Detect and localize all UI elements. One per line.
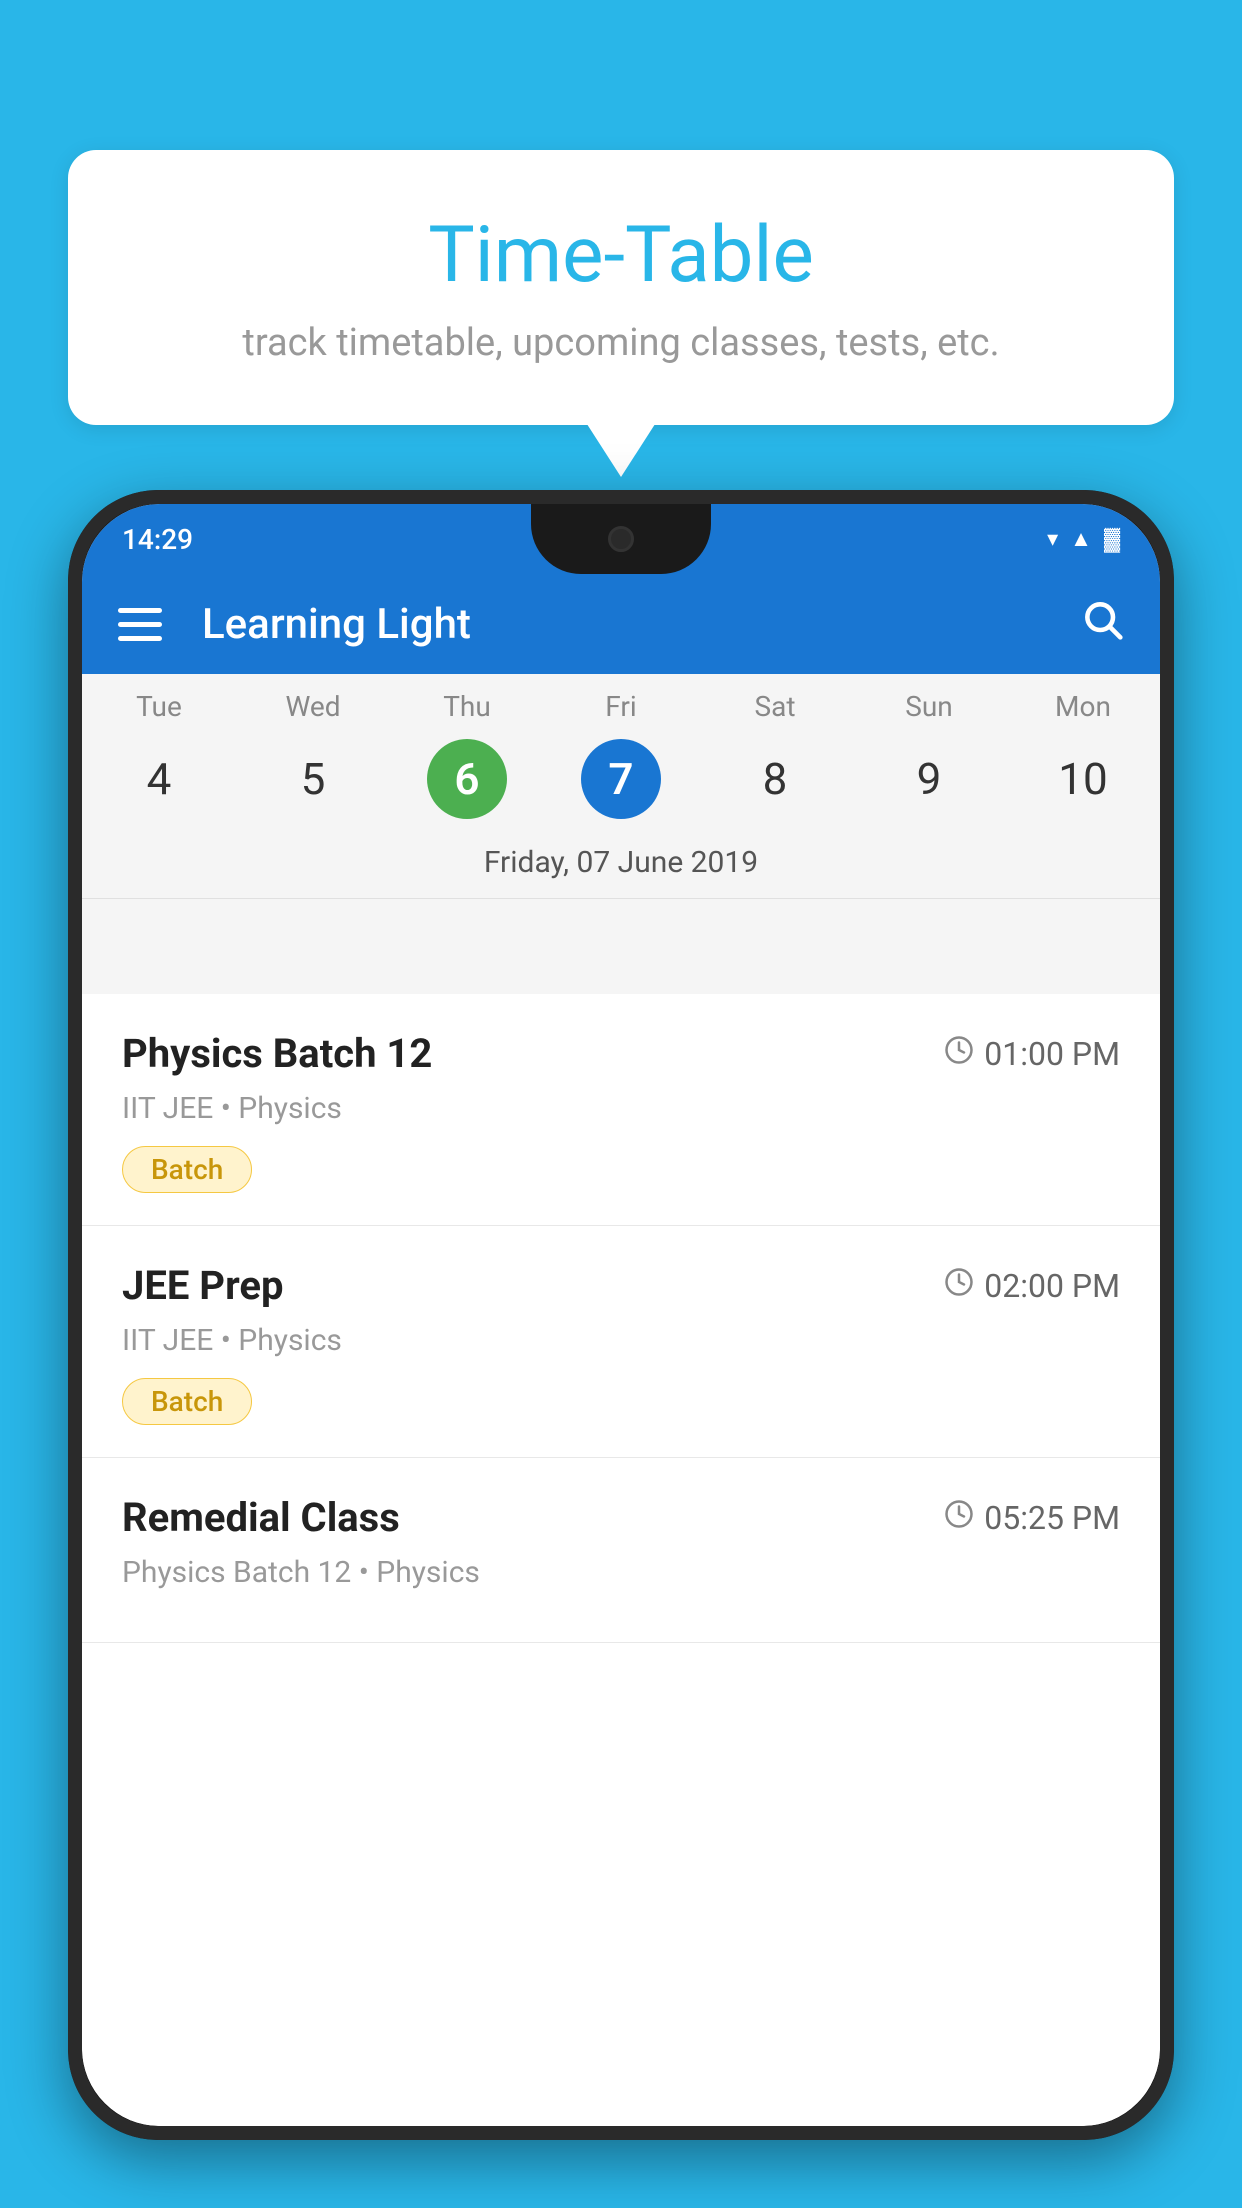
schedule-item-1[interactable]: Physics Batch 12 01:00 PM IIT JEE • P — [82, 994, 1160, 1226]
clock-icon-3 — [944, 1499, 974, 1537]
status-time: 14:29 — [122, 523, 193, 556]
clock-icon-1 — [944, 1035, 974, 1073]
schedule-item-3[interactable]: Remedial Class 05:25 PM Physics Batch — [82, 1458, 1160, 1643]
day-header-sat: Sat — [698, 690, 852, 723]
status-icons: ▾ ▲ ▓ — [1047, 526, 1120, 552]
schedule-item-1-tag: Batch — [122, 1146, 252, 1193]
calendar-strip: Tue Wed Thu Fri Sat Sun Mon 4 5 6 7 8 9 … — [82, 674, 1160, 899]
day-header-wed: Wed — [236, 690, 390, 723]
hamburger-line-1 — [118, 608, 162, 613]
day-header-tue: Tue — [82, 690, 236, 723]
speech-bubble: Time-Table track timetable, upcoming cla… — [68, 150, 1174, 425]
day-4[interactable]: 4 — [82, 739, 236, 819]
schedule-item-3-header: Remedial Class 05:25 PM — [122, 1494, 1120, 1541]
schedule-item-3-subtitle: Physics Batch 12 • Physics — [122, 1555, 1120, 1590]
schedule-item-1-subtitle: IIT JEE • Physics — [122, 1091, 1120, 1126]
signal-icon: ▲ — [1070, 526, 1092, 552]
hamburger-menu-button[interactable] — [118, 608, 162, 641]
schedule-item-2[interactable]: JEE Prep 02:00 PM IIT JEE • Physics — [82, 1226, 1160, 1458]
camera — [608, 526, 634, 552]
speech-bubble-title: Time-Table — [108, 210, 1134, 301]
hamburger-line-3 — [118, 636, 162, 641]
schedule-item-1-time: 01:00 PM — [944, 1035, 1120, 1073]
schedule-item-1-header: Physics Batch 12 01:00 PM — [122, 1030, 1120, 1077]
wifi-icon: ▾ — [1047, 527, 1058, 552]
day-9[interactable]: 9 — [852, 739, 1006, 819]
schedule-item-2-time-text: 02:00 PM — [984, 1267, 1120, 1305]
day-numbers: 4 5 6 7 8 9 10 — [82, 731, 1160, 835]
schedule-container: Physics Batch 12 01:00 PM IIT JEE • P — [82, 994, 1160, 2126]
speech-bubble-subtitle: track timetable, upcoming classes, tests… — [108, 321, 1134, 365]
schedule-item-2-time: 02:00 PM — [944, 1267, 1120, 1305]
schedule-item-3-title: Remedial Class — [122, 1494, 400, 1541]
day-header-mon: Mon — [1006, 690, 1160, 723]
speech-bubble-container: Time-Table track timetable, upcoming cla… — [68, 150, 1174, 425]
schedule-item-3-time-text: 05:25 PM — [984, 1499, 1120, 1537]
app-bar-title: Learning Light — [202, 600, 1080, 649]
schedule-item-1-title: Physics Batch 12 — [122, 1030, 432, 1077]
day-10[interactable]: 10 — [1006, 739, 1160, 819]
app-bar: Learning Light — [82, 574, 1160, 674]
day-8[interactable]: 8 — [698, 739, 852, 819]
schedule-item-3-time: 05:25 PM — [944, 1499, 1120, 1537]
clock-icon-2 — [944, 1267, 974, 1305]
phone-container: 14:29 ▾ ▲ ▓ Learning Light — [68, 490, 1174, 2208]
phone-screen: 14:29 ▾ ▲ ▓ Learning Light — [82, 504, 1160, 2126]
notch — [531, 504, 711, 574]
day-headers: Tue Wed Thu Fri Sat Sun Mon — [82, 674, 1160, 731]
day-6-today[interactable]: 6 — [427, 739, 507, 819]
schedule-item-2-subtitle: IIT JEE • Physics — [122, 1323, 1120, 1358]
schedule-item-1-time-text: 01:00 PM — [984, 1035, 1120, 1073]
selected-date-label: Friday, 07 June 2019 — [82, 835, 1160, 899]
schedule-item-2-title: JEE Prep — [122, 1262, 283, 1309]
search-button[interactable] — [1080, 597, 1124, 652]
battery-icon: ▓ — [1104, 526, 1120, 552]
day-5[interactable]: 5 — [236, 739, 390, 819]
day-7-selected[interactable]: 7 — [581, 739, 661, 819]
day-header-thu: Thu — [390, 690, 544, 723]
hamburger-line-2 — [118, 622, 162, 627]
day-header-fri: Fri — [544, 690, 698, 723]
schedule-item-2-tag: Batch — [122, 1378, 252, 1425]
day-header-sun: Sun — [852, 690, 1006, 723]
schedule-item-2-header: JEE Prep 02:00 PM — [122, 1262, 1120, 1309]
phone-device: 14:29 ▾ ▲ ▓ Learning Light — [68, 490, 1174, 2140]
